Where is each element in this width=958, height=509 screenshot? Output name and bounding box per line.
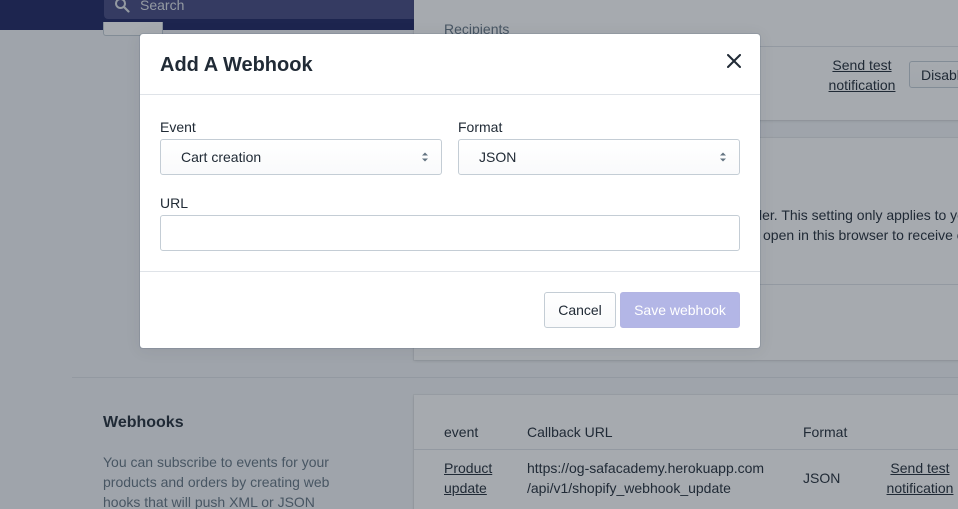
format-select-value: JSON <box>479 149 517 165</box>
modal-title: Add A Webhook <box>160 54 313 76</box>
event-select[interactable]: Cart creation <box>160 139 442 175</box>
select-chevron-icon <box>422 152 428 162</box>
close-icon <box>727 54 741 68</box>
format-label: Format <box>458 119 503 135</box>
add-webhook-modal: Add A Webhook Event Cart creation Format… <box>140 34 760 348</box>
event-select-value: Cart creation <box>181 149 262 165</box>
close-button[interactable] <box>724 51 744 71</box>
event-label: Event <box>160 119 196 135</box>
modal-footer-divider <box>140 271 760 272</box>
cancel-button[interactable]: Cancel <box>544 292 616 328</box>
url-label: URL <box>160 195 189 211</box>
modal-header: Add A Webhook <box>140 34 760 95</box>
save-webhook-button[interactable]: Save webhook <box>620 292 740 328</box>
format-select[interactable]: JSON <box>458 139 740 175</box>
select-chevron-icon <box>720 152 726 162</box>
url-input[interactable] <box>160 215 740 251</box>
